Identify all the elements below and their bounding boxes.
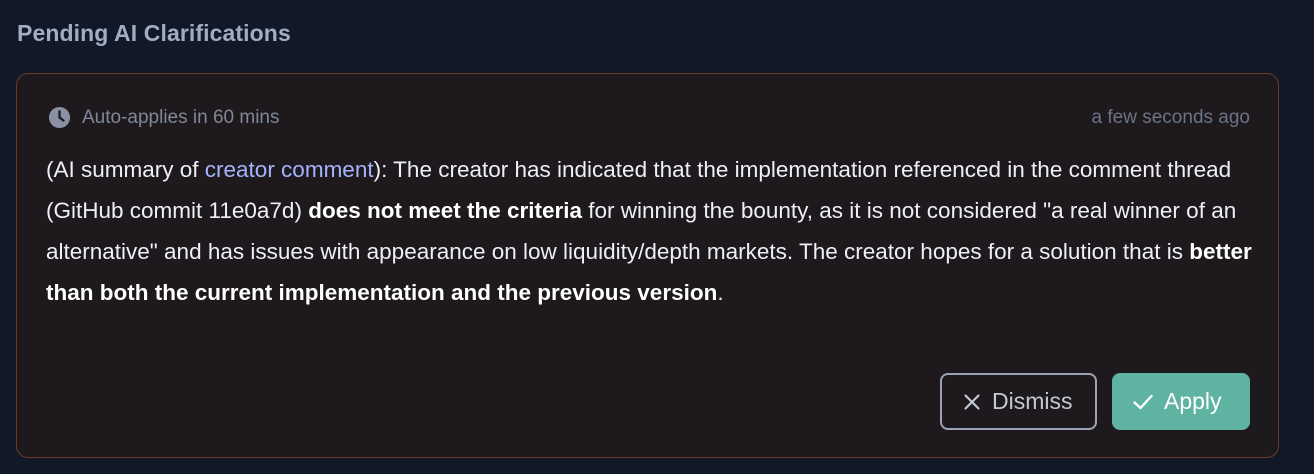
body-bold-part: does not meet the criteria	[308, 198, 583, 223]
dismiss-button[interactable]: Dismiss	[940, 373, 1097, 430]
creator-comment-link[interactable]: creator comment	[205, 157, 374, 182]
apply-button[interactable]: Apply	[1112, 373, 1250, 430]
clarification-card: Auto-applies in 60 mins a few seconds ag…	[16, 73, 1279, 458]
body-text-part: .	[717, 280, 724, 305]
check-icon	[1133, 394, 1153, 409]
apply-label: Apply	[1164, 388, 1222, 414]
clock-icon	[48, 106, 71, 129]
close-icon	[964, 393, 980, 410]
card-actions: Dismiss Apply	[940, 373, 1250, 430]
timestamp: a few seconds ago	[1091, 106, 1250, 128]
body-text-part: (AI summary of	[46, 157, 205, 182]
card-meta: Auto-applies in 60 mins a few seconds ag…	[48, 106, 1250, 129]
auto-applies-text: Auto-applies in 60 mins	[82, 106, 280, 128]
dismiss-label: Dismiss	[992, 388, 1073, 414]
section-title: Pending AI Clarifications	[17, 20, 291, 46]
auto-applies-info: Auto-applies in 60 mins	[48, 106, 280, 129]
clarification-text: (AI summary of creator comment): The cre…	[46, 149, 1256, 313]
